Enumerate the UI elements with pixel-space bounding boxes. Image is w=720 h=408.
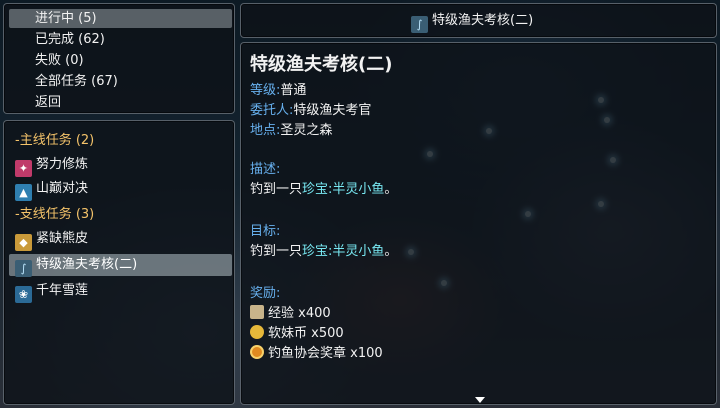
quest-filter-panel: 进行中 (5) 已完成 (62) 失败 (0) 全部任务 (67) 返回 xyxy=(3,3,235,114)
fishing-rod-icon: ∫ xyxy=(411,16,428,33)
location-label: 地点: xyxy=(250,123,281,138)
bear-skin-icon: ◆ xyxy=(15,234,32,251)
medal-icon xyxy=(250,345,264,359)
filter-failed[interactable]: 失败 (0) xyxy=(9,51,232,70)
scroll-down-icon[interactable] xyxy=(475,397,485,403)
mountain-duel-icon: ▲ xyxy=(15,184,32,201)
goal-label: 目标: xyxy=(250,224,281,239)
location-value: 圣灵之森 xyxy=(280,123,333,138)
quest-title-bar: ∫ 特级渔夫考核(二) xyxy=(240,3,717,38)
filter-completed[interactable]: 已完成 (62) xyxy=(9,30,232,49)
treasure-highlight: 珍宝:半灵小鱼 xyxy=(302,244,385,259)
snow-lotus-icon: ❀ xyxy=(15,286,32,303)
level-value: 普通 xyxy=(280,83,307,98)
reward-item: 钓鱼协会奖章 x100 xyxy=(250,343,383,364)
reward-item: 软妹币 x500 xyxy=(250,323,344,344)
quest-item[interactable]: ▲ 山巅对决 xyxy=(9,178,232,201)
back-button[interactable]: 返回 xyxy=(9,93,232,112)
coin-icon xyxy=(250,325,264,339)
level-label: 等级: xyxy=(250,83,281,98)
reward-label: 奖励: xyxy=(250,286,281,301)
main-quest-category[interactable]: -主线任务 (2) xyxy=(9,130,232,152)
filter-in-progress[interactable]: 进行中 (5) xyxy=(9,9,232,28)
window-title: 特级渔夫考核(二) xyxy=(432,13,534,28)
client-value: 特级渔夫考官 xyxy=(293,103,372,118)
fishing-rod-icon: ∫ xyxy=(15,260,32,277)
quest-heading: 特级渔夫考核(二) xyxy=(250,54,393,75)
description-text: 钓到一只珍宝:半灵小鱼。 xyxy=(250,182,398,197)
side-quest-category[interactable]: -支线任务 (3) xyxy=(9,204,232,226)
goal-text: 钓到一只珍宝:半灵小鱼。 xyxy=(250,244,398,259)
quest-item[interactable]: ✦ 努力修炼 xyxy=(9,154,232,177)
description-label: 描述: xyxy=(250,162,281,177)
filter-all[interactable]: 全部任务 (67) xyxy=(9,72,232,91)
training-icon: ✦ xyxy=(15,160,32,177)
client-label: 委托人: xyxy=(250,103,294,118)
quest-item-selected[interactable]: ∫ 特级渔夫考核(二) xyxy=(9,254,232,277)
quest-item[interactable]: ◆ 紧缺熊皮 xyxy=(9,228,232,251)
exp-scroll-icon xyxy=(250,305,264,319)
reward-item: 经验 x400 xyxy=(250,303,331,324)
quest-detail-panel: 特级渔夫考核(二) 等级:普通 委托人:特级渔夫考官 地点:圣灵之森 描述: 钓… xyxy=(240,42,717,405)
quest-list-panel: -主线任务 (2) ✦ 努力修炼 ▲ 山巅对决 -支线任务 (3) ◆ 紧缺熊皮 ∫ 特… xyxy=(3,120,235,405)
quest-item[interactable]: ❀ 千年雪莲 xyxy=(9,280,232,303)
treasure-highlight: 珍宝:半灵小鱼 xyxy=(302,182,385,197)
